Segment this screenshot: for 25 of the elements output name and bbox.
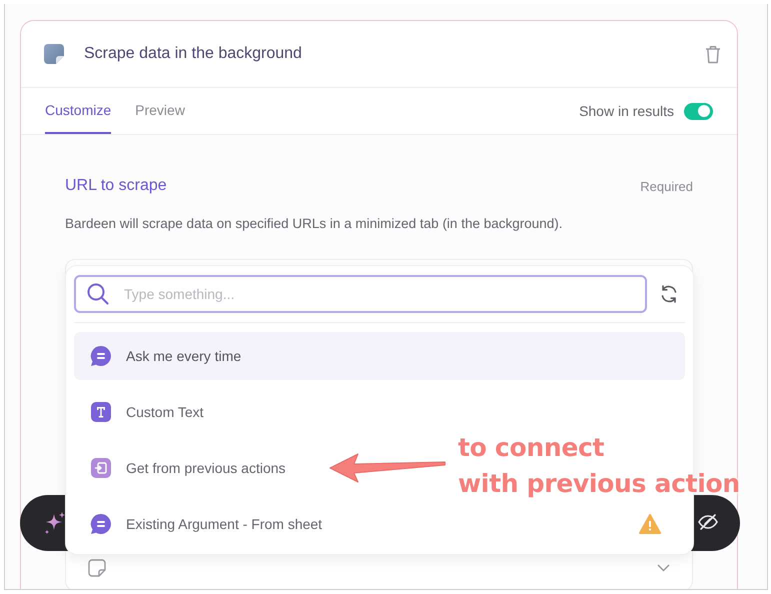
trash-icon[interactable] <box>705 44 721 64</box>
option-item[interactable]: Custom Text <box>126 404 204 420</box>
annotation-text: to connect with previous action <box>458 432 740 500</box>
field-description: Bardeen will scrape data on specified URLs in a minimized tab (in the background). <box>65 216 564 231</box>
chevron-icon[interactable] <box>657 564 670 572</box>
field-label: URL to scrape <box>65 177 168 195</box>
toggle-switch[interactable] <box>684 102 713 120</box>
import-icon <box>91 458 111 478</box>
toggle-label: Show in results <box>579 103 674 119</box>
search-field[interactable]: Type something... <box>74 275 647 313</box>
option-item[interactable]: Ask me every time <box>126 348 242 364</box>
sticker-icon <box>88 559 106 577</box>
chat-icon <box>90 513 112 535</box>
option-item[interactable]: Existing Argument - From sheet <box>126 516 322 532</box>
card-title: Scrape data in the background <box>84 45 303 63</box>
option-item[interactable]: Get from previous actions <box>126 460 286 476</box>
tab[interactable]: Customize <box>45 88 112 134</box>
sparkle-icon[interactable] <box>43 511 67 535</box>
hidden-eye-icon[interactable] <box>698 513 718 531</box>
chat-icon <box>90 345 112 367</box>
refresh-icon[interactable] <box>659 284 679 304</box>
sticker-icon <box>44 44 64 64</box>
required-label: Required <box>640 178 693 194</box>
text-icon <box>91 402 111 422</box>
tab[interactable]: Preview <box>135 88 185 134</box>
